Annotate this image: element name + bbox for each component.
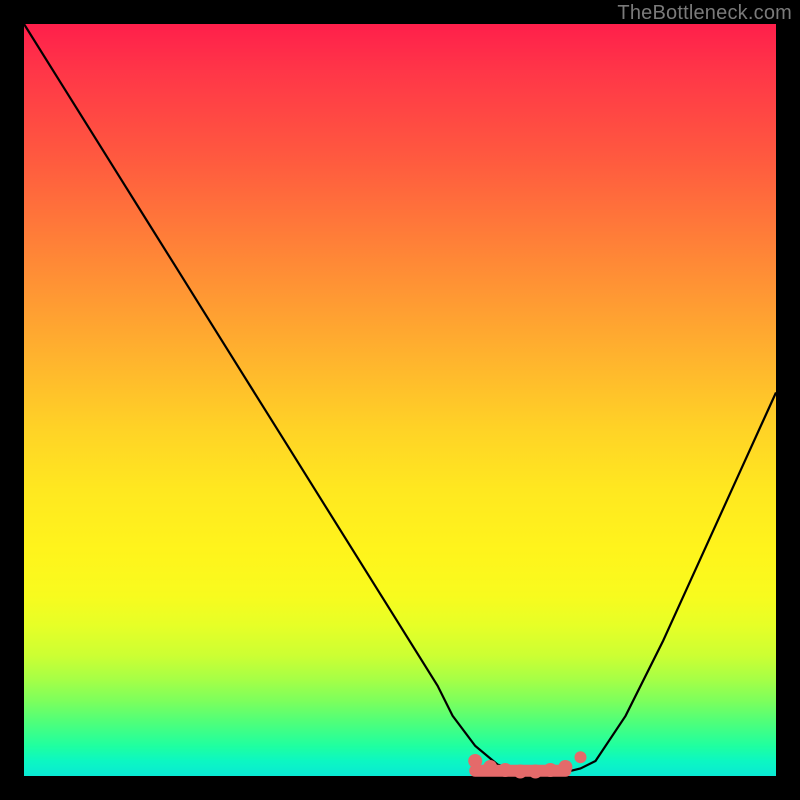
curve-path xyxy=(24,24,776,772)
curve-marker xyxy=(575,751,587,763)
curve-marker xyxy=(498,763,512,777)
curve-marker xyxy=(483,760,497,774)
curve-marker xyxy=(513,765,527,779)
curve-marker xyxy=(543,763,557,777)
curve-marker xyxy=(558,760,572,774)
bottleneck-curve xyxy=(24,24,776,776)
chart-frame: TheBottleneck.com xyxy=(0,0,800,800)
curve-marker xyxy=(528,765,542,779)
plot-area xyxy=(24,24,776,776)
watermark-text: TheBottleneck.com xyxy=(617,2,792,25)
curve-marker xyxy=(468,754,482,768)
